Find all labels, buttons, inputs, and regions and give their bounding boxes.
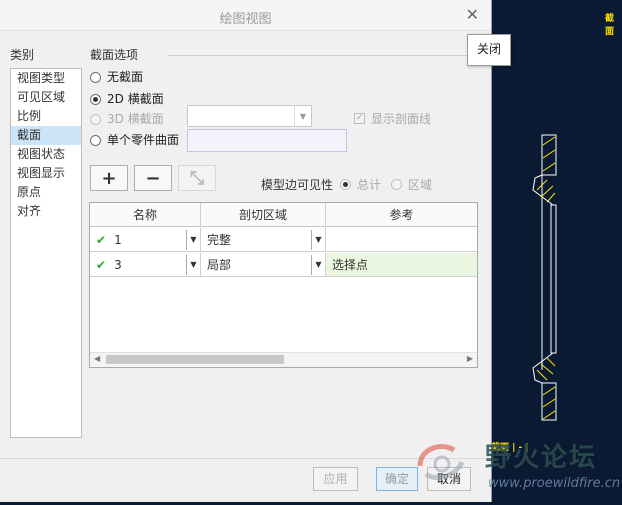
cad-section-drawing [532,134,557,421]
radio-no-section-label: 无截面 [107,70,144,84]
dialog-title: 绘图视图 [219,12,272,27]
visibility-total-label: 总计 [357,178,382,192]
visibility-region-radio[interactable] [391,179,402,190]
show-hatch-label: 显示剖面线 [371,112,432,126]
category-item-visible-area[interactable]: 可见区域 [11,88,81,107]
part-surface-input[interactable] [187,129,347,152]
chevron-down-icon[interactable]: ▼ [186,230,200,250]
hatch-lines [536,136,556,420]
close-icon[interactable]: ✕ [466,5,479,24]
radio-no-section-button[interactable] [90,71,101,83]
scroll-right-icon[interactable]: ▶ [467,354,473,363]
category-list[interactable]: 视图类型 可见区域 比例 截面 视图状态 视图显示 原点 对齐 [10,68,82,438]
table-header-name: 名称 [90,203,201,227]
table-row[interactable]: ✔ 3 ▼ 局部 ▼ 选择点 [90,253,477,277]
cad-canvas[interactable]: 截面 截面 | - | [491,0,622,502]
row-region-value: 局部 [207,258,232,272]
dialog-titlebar: 绘图视图 ✕ [0,0,491,31]
category-item-sections[interactable]: 截面 [11,126,81,145]
category-item-scale[interactable]: 比例 [11,107,81,126]
chevron-down-icon[interactable]: ▼ [311,230,325,250]
row-region-value: 完整 [207,233,232,247]
section-table: 名称 剖切区域 参考 ✔ 1 ▼ 完整 ▼ ✔ 3 ▼ 局部 ▼ 选择点 ◀ ▶ [89,202,478,368]
cad-top-label: 截面 [605,14,615,37]
categories-label: 类别 [10,48,35,62]
visibility-region-label: 区域 [408,178,433,192]
radio-2d-section-label: 2D 横截面 [107,92,164,106]
row-name-select[interactable]: ✔ 1 ▼ [90,228,201,252]
chevron-down-icon[interactable]: ▼ [294,106,311,126]
table-header-reference: 参考 [326,203,477,227]
forum-logo-icon [417,444,465,480]
3d-section-select[interactable]: ▼ [187,105,312,127]
drawing-view-dialog: 绘图视图 ✕ 类别 视图类型 可见区域 比例 截面 视图状态 视图显示 原点 对… [0,0,492,502]
lower-chamfer-line [532,352,556,384]
apply-button[interactable]: 应用 [313,467,358,491]
category-item-view-states[interactable]: 视图状态 [11,145,81,164]
table-header-cut-region: 剖切区域 [201,203,326,227]
show-hatch-checkbox-row[interactable]: ✓ 显示剖面线 [354,110,431,127]
check-icon: ✔ [96,258,107,272]
radio-2d-section[interactable]: 2D 横截面 [90,89,164,109]
radio-no-section[interactable]: 无截面 [90,67,143,87]
remove-section-button[interactable]: − [134,165,172,191]
radio-3d-section[interactable]: 3D 横截面 [90,109,164,129]
category-item-view-display[interactable]: 视图显示 [11,164,81,183]
section-options-title: 截面选项 [90,48,139,62]
horizontal-scrollbar[interactable]: ◀ ▶ [90,352,477,367]
visibility-total-radio[interactable] [340,179,351,190]
visibility-total-option[interactable]: 总计 [340,176,381,193]
show-hatch-checkbox[interactable]: ✓ [354,113,365,124]
chevron-down-icon[interactable]: ▼ [186,255,200,275]
row-name-value: 3 [114,258,122,272]
close-tooltip: 关闭 [467,34,511,66]
row-name-value: 1 [114,233,122,247]
radio-3d-section-button[interactable] [90,113,101,125]
category-item-alignment[interactable]: 对齐 [11,202,81,221]
table-row[interactable]: ✔ 1 ▼ 完整 ▼ [90,228,477,252]
section-divider [168,55,490,56]
row-name-select[interactable]: ✔ 3 ▼ [90,253,201,277]
forum-watermark-url: www.proewildfire.cn [488,476,621,491]
radio-single-part-surface-button[interactable] [90,134,101,146]
visibility-region-option[interactable]: 区域 [391,176,432,193]
category-item-origin[interactable]: 原点 [11,183,81,202]
forum-watermark-text: 野火论坛 [485,443,598,473]
row-reference-cell[interactable] [326,228,477,252]
center-web-outline [550,204,557,354]
model-edge-visibility-label: 模型边可见性 [261,178,334,192]
row-region-select[interactable]: 局部 ▼ [201,253,326,277]
flip-section-button[interactable]: ⤡ [178,165,216,191]
category-item-view-type[interactable]: 视图类型 [11,69,81,88]
scrollbar-thumb[interactable] [106,355,284,364]
row-region-select[interactable]: 完整 ▼ [201,228,326,252]
radio-single-part-surface[interactable]: 单个零件曲面 [90,130,179,150]
row-reference-value: 选择点 [332,258,369,272]
row-reference-cell[interactable]: 选择点 [326,253,477,277]
add-section-button[interactable]: + [90,165,128,191]
radio-3d-section-label: 3D 横截面 [107,112,164,126]
check-icon: ✔ [96,233,107,247]
radio-single-part-surface-label: 单个零件曲面 [107,133,180,147]
radio-2d-section-button[interactable] [90,93,101,105]
upper-chamfer-line [532,174,556,206]
chevron-down-icon[interactable]: ▼ [311,255,325,275]
scroll-left-icon[interactable]: ◀ [94,354,100,363]
